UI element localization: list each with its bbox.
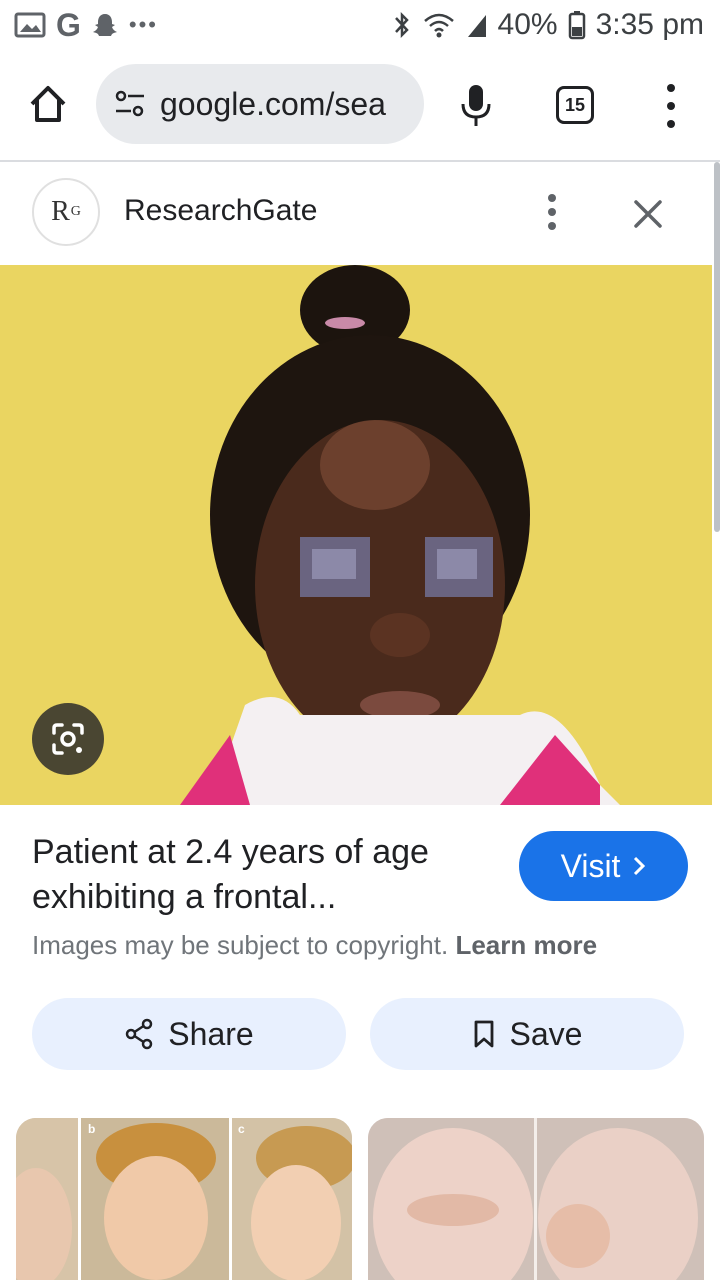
bookmark-icon [474,1020,493,1048]
tab-switcher-button[interactable]: 15 [556,86,594,124]
browser-menu-button[interactable] [656,84,686,128]
researchgate-logo[interactable]: RG [32,178,100,246]
more-dot [548,194,556,202]
save-label: Save [509,1015,583,1052]
gallery-notification-icon [14,11,46,39]
share-label: Share [168,1015,254,1052]
panel-label-b: b [88,1122,96,1136]
status-bar: G ••• 40% 3:35 pm [0,0,720,50]
source-header: RG ResearchGate [0,170,712,260]
close-button[interactable] [630,196,666,232]
visit-button[interactable]: Visit [519,831,688,901]
toolbar-divider [0,160,720,162]
copyright-notice: Images may be subject to copyright. Lear… [32,930,597,961]
wifi-icon [422,11,456,39]
photo-illustration [0,265,712,805]
result-caption[interactable]: Patient at 2.4 years of age exhibiting a… [32,830,492,920]
home-icon [30,86,66,122]
menu-dot [667,120,675,128]
url-text[interactable]: google.com/sea [160,86,386,123]
chevron-right-icon [634,856,646,876]
browser-toolbar: google.com/sea 15 [0,60,720,150]
visit-label: Visit [560,847,621,884]
share-icon [126,1018,153,1050]
bluetooth-icon [392,10,412,40]
related-photo-illustration [16,1118,352,1280]
logo-superscript: G [70,204,81,219]
more-dot [548,208,556,216]
related-image-thumbnail[interactable]: b c [16,1118,352,1280]
save-button[interactable]: Save [370,998,684,1070]
signal-icon [466,11,488,39]
menu-dot [667,102,675,110]
site-settings-icon[interactable] [112,86,148,122]
home-button[interactable] [26,82,70,126]
voice-search-button[interactable] [456,82,496,128]
microphone-icon [461,85,491,126]
google-lens-button[interactable] [32,703,104,775]
source-name[interactable]: ResearchGate [124,194,317,228]
battery-icon [568,10,586,40]
google-notification-icon: G [56,6,81,43]
image-preview[interactable] [0,265,712,805]
more-dot [548,222,556,230]
status-left: G ••• [14,7,158,44]
battery-percent: 40% [497,8,558,41]
learn-more-link[interactable]: Learn more [455,930,597,960]
clock: 3:35 pm [595,8,704,41]
more-notifications-icon: ••• [128,12,158,37]
lens-icon [52,723,84,755]
share-button[interactable]: Share [32,998,346,1070]
address-bar[interactable]: google.com/sea [96,64,424,144]
snapchat-notification-icon [91,11,119,39]
related-photo-illustration [368,1118,704,1280]
close-icon [634,200,662,228]
status-right: 40% 3:35 pm [392,8,704,42]
logo-letter: R [51,196,70,227]
source-more-button[interactable] [540,194,564,230]
related-image-thumbnail[interactable] [368,1118,704,1280]
menu-dot [667,84,675,92]
copyright-text: Images may be subject to copyright. [32,930,449,960]
page-scrollbar[interactable] [714,162,720,532]
panel-label-c: c [238,1122,245,1136]
